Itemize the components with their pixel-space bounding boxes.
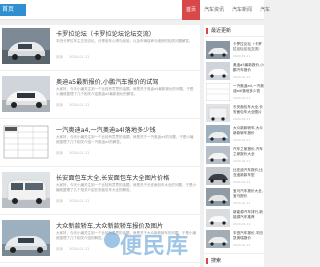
article-excerpt: 大家好，今天小编关注到一个比较有意思的话题，就是关于一汽奥迪a4的问题，于是小编… <box>56 135 194 144</box>
heading-accent-bar <box>206 258 208 264</box>
sidebar-item[interactable]: 一汽奥迪a4,一汽奥迪a4l落地多少钱 2020-01-11 <box>206 83 264 103</box>
article-thumbnail[interactable] <box>2 124 50 160</box>
sidebar-item-title[interactable]: 大众新款轿车,大众新款轿车报价 <box>233 126 264 136</box>
sidebar-item-date: 2020-01-11 <box>233 138 251 142</box>
article-title[interactable]: 奥迪a5最新报价,小鹏汽车报价的试驾 <box>56 77 196 86</box>
sidebar: 最近更新 卡罗拉论坛（卡罗拉论坛论坛交流） 2020-01-11 奥迪a5最新报… <box>204 25 264 267</box>
article-item[interactable]: 长安面包车大全,长安面包车大全图片价格 大家好，今天小编关注到一个比较有意思的话… <box>0 169 200 215</box>
sidebar-item-date: 2020-01-11 <box>233 201 251 205</box>
article-thumbnail[interactable] <box>2 76 50 112</box>
article-meta: 阅读 2020-01-11 <box>56 103 196 108</box>
article-meta: 阅读 2020-01-11 <box>56 55 196 60</box>
sidebar-thumbnail[interactable] <box>206 146 230 164</box>
sidebar-item-date: 2020-01-11 <box>233 96 251 100</box>
sidebar-thumbnail[interactable] <box>206 188 230 206</box>
sidebar-thumbnail[interactable] <box>206 230 230 248</box>
article-title[interactable]: 长安面包车大全,长安面包车大全图片价格 <box>56 173 196 182</box>
nav-item-home[interactable]: 首页 <box>182 0 201 20</box>
sidebar-item-date: 2020-01-11 <box>233 75 251 79</box>
article-views: 阅读 <box>56 151 63 155</box>
sidebar-item-title[interactable]: 长安面包车大全,长安面包车大全图片 <box>233 105 264 115</box>
article-date: 2020-01-11 <box>69 199 90 203</box>
article-views: 阅读 <box>56 55 63 59</box>
top-bar: 首页 首页 汽车资讯 汽车新闻 汽车 <box>0 0 270 20</box>
sidebar-item[interactable]: 汽车之家报价,汽车之家报价大全 2020-01-11 <box>206 146 264 166</box>
article-thumbnail[interactable] <box>2 172 50 208</box>
article-title[interactable]: 一汽奥迪a4,一汽奥迪a4l落地多少钱 <box>56 125 196 134</box>
article-thumbnail[interactable] <box>2 220 50 256</box>
sidebar-thumbnail[interactable] <box>206 83 230 101</box>
article-excerpt: 大家好，今天小编关注到一个比较有意思的话题，就是关于长安面包车大全的问题，于是小… <box>56 183 196 192</box>
sidebar-item-date: 2020-01-11 <box>233 180 251 184</box>
article-title[interactable]: 卡罗拉论坛（卡罗拉论坛论坛交流） <box>56 29 196 38</box>
article-meta: 阅读 2020-01-11 <box>56 199 196 204</box>
article-item[interactable]: 一汽奥迪a4,一汽奥迪a4l落地多少钱 大家好，今天小编关注到一个比较有意思的话… <box>0 121 200 167</box>
sidebar-thumbnail[interactable] <box>206 62 230 80</box>
sidebar-thumbnail[interactable] <box>206 41 230 59</box>
sidebar-item[interactable]: 奥迪a5最新报价,小鹏汽车报价 2020-01-11 <box>206 62 264 82</box>
sidebar-item-title[interactable]: 一汽奥迪a4,一汽奥迪a4l落地多少钱 <box>233 84 264 94</box>
site-logo[interactable]: 首页 <box>0 4 26 16</box>
article-item[interactable]: 卡罗拉论坛（卡罗拉论坛论坛交流） 丰田卡罗拉车主交流论坛，分享用车心得与经验，以… <box>0 25 200 71</box>
sidebar-thumbnail[interactable] <box>206 104 230 122</box>
sidebar-heading-text: 最近更新 <box>211 28 232 34</box>
article-date: 2020-01-11 <box>69 247 90 251</box>
heading-accent-bar <box>206 28 208 34</box>
sidebar-thumbnail[interactable] <box>206 125 230 143</box>
sidebar-item[interactable]: 长安面包车大全,长安面包车大全图片 2020-01-11 <box>206 104 264 124</box>
article-meta: 阅读 2020-01-11 <box>56 151 196 156</box>
article-thumbnail[interactable] <box>2 28 50 64</box>
article-excerpt: 大家好，今天小编关注到一个比较有意思的话题，就是关于奥迪a5最新报价的问题，于是… <box>56 87 194 96</box>
sidebar-item[interactable]: 丰田汽车报价,丰田凯美瑞报价 2020-01-11 <box>206 230 264 250</box>
sidebar-item-title[interactable]: 新能源汽车排行,新能源汽车推荐 <box>233 210 264 220</box>
sidebar-item-title[interactable]: 奥迪a5最新报价,小鹏汽车报价 <box>233 63 264 73</box>
search-heading-text: 搜索 <box>211 258 222 264</box>
sidebar-item-title[interactable]: 卡罗拉论坛（卡罗拉论坛论坛交流） <box>233 42 264 52</box>
sidebar-item[interactable]: 大众新款轿车,大众新款轿车报价 2020-01-11 <box>206 125 264 145</box>
sidebar-item-date: 2020-01-11 <box>233 117 251 121</box>
sidebar-item-date: 2020-01-11 <box>233 54 251 58</box>
article-date: 2020-01-11 <box>69 55 90 59</box>
sidebar-item-title[interactable]: 汽车之家报价,汽车之家报价大全 <box>233 147 264 157</box>
article-views: 阅读 <box>56 103 63 107</box>
sidebar-item-date: 2020-01-11 <box>233 222 251 226</box>
article-excerpt: 丰田卡罗拉车主交流论坛，分享用车心得与经验，以及车辆保养与维修的相关问题解答。 <box>56 39 193 43</box>
main-nav: 首页 汽车资讯 汽车新闻 汽车 <box>182 0 274 20</box>
sidebar-thumbnail[interactable] <box>206 209 230 227</box>
article-views: 阅读 <box>56 247 63 251</box>
article-date: 2020-01-11 <box>69 103 90 107</box>
sidebar-item[interactable]: 比亚迪汽车报价,比亚迪新款车型 2020-01-11 <box>206 167 264 187</box>
article-views: 阅读 <box>56 199 63 203</box>
nav-item-car[interactable]: 汽车 <box>256 0 274 20</box>
nav-item-car-info[interactable]: 汽车资讯 <box>200 0 228 20</box>
sidebar-item[interactable]: 新能源汽车排行,新能源汽车推荐 2020-01-11 <box>206 209 264 229</box>
sidebar-item-date: 2020-01-11 <box>233 159 251 163</box>
sidebar-item-title[interactable]: 宝马汽车报价大全,宝马报价 <box>233 189 264 199</box>
sidebar-search-heading: 搜索 <box>204 253 264 267</box>
sidebar-heading: 最近更新 <box>204 25 264 37</box>
article-item[interactable]: 奥迪a5最新报价,小鹏汽车报价的试驾 大家好，今天小编关注到一个比较有意思的话题… <box>0 73 200 119</box>
sidebar-item-date: 2020-01-11 <box>233 243 251 247</box>
sidebar-item-title[interactable]: 丰田汽车报价,丰田凯美瑞报价 <box>233 231 264 241</box>
watermark-text: 便民库 <box>120 234 190 259</box>
sidebar-item-title[interactable]: 比亚迪汽车报价,比亚迪新款车型 <box>233 168 264 178</box>
watermark-logo-icon <box>104 232 120 248</box>
article-date: 2020-01-11 <box>69 151 90 155</box>
sidebar-thumbnail[interactable] <box>206 167 230 185</box>
nav-item-car-news[interactable]: 汽车新闻 <box>228 0 256 20</box>
sidebar-item[interactable]: 卡罗拉论坛（卡罗拉论坛论坛交流） 2020-01-11 <box>206 41 264 61</box>
sidebar-item[interactable]: 宝马汽车报价大全,宝马报价 2020-01-11 <box>206 188 264 208</box>
